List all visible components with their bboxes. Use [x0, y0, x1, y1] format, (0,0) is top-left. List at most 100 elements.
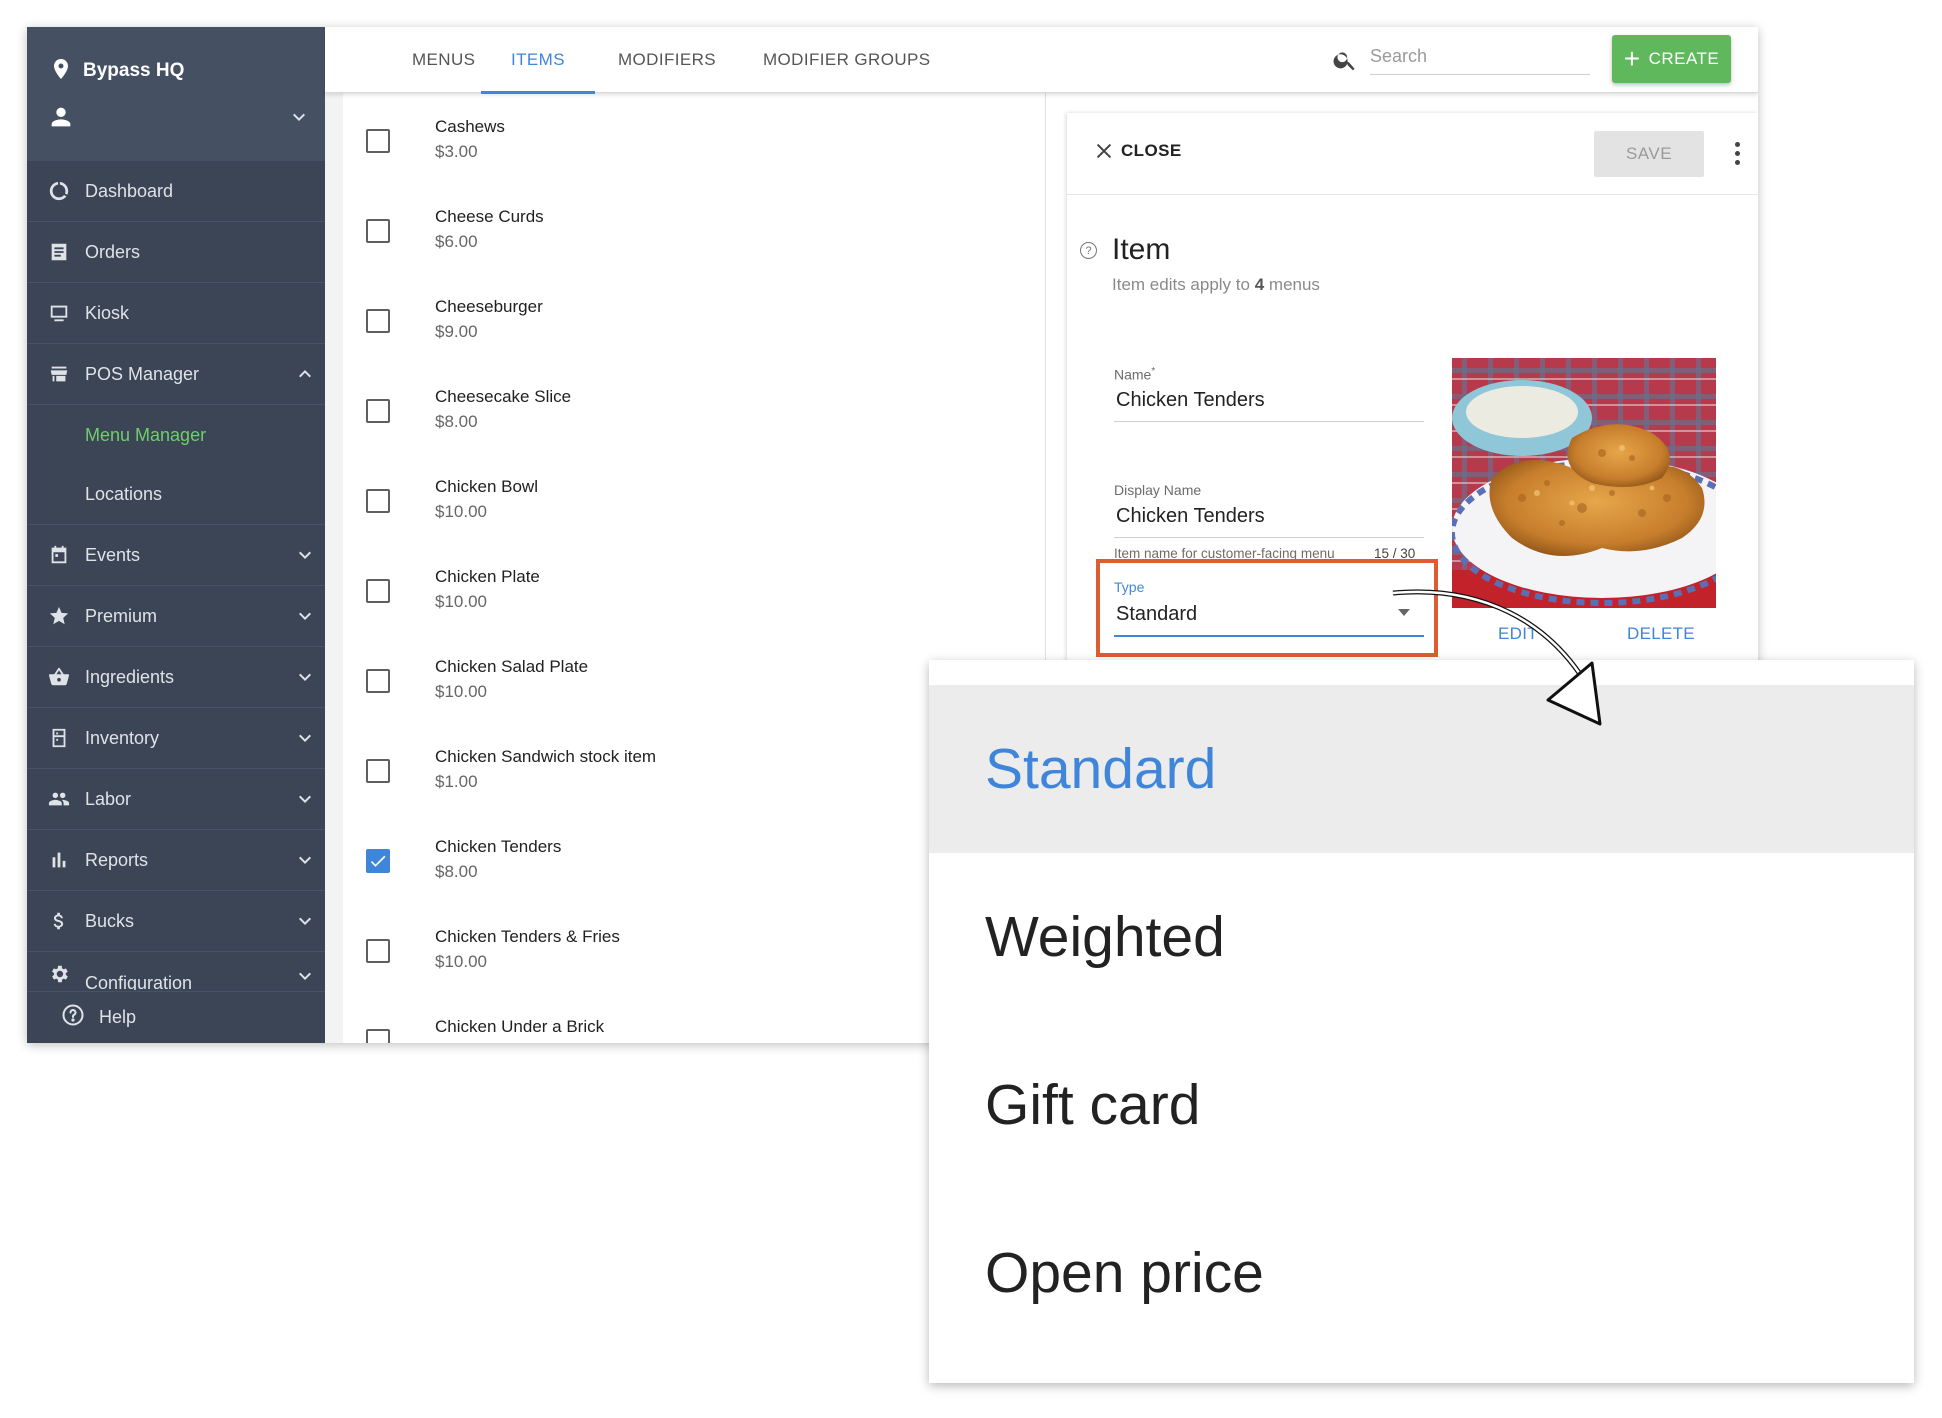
tab-label: MODIFIERS — [618, 50, 717, 69]
sidebar: Bypass HQ Dashboard Orders Kiosk POS Man… — [27, 27, 325, 1043]
type-option-open-price[interactable]: Open price — [929, 1189, 1914, 1357]
sidebar-item-label: Orders — [85, 241, 141, 262]
search-input[interactable] — [1370, 39, 1590, 75]
type-option-standard[interactable]: Standard — [929, 685, 1914, 853]
chevron-down-icon — [293, 543, 317, 567]
help-icon[interactable]: ? — [1080, 242, 1097, 259]
tab-menus[interactable]: MENUS — [412, 27, 475, 93]
list-item[interactable]: Cheese Curds $6.00 — [343, 183, 1045, 273]
more-vert-icon[interactable] — [1731, 139, 1743, 169]
item-name: Chicken Sandwich stock item — [435, 747, 657, 766]
item-checkbox[interactable] — [366, 309, 390, 333]
delete-photo-button[interactable]: DELETE — [1627, 624, 1695, 644]
item-checkbox[interactable] — [366, 1029, 390, 1043]
sidebar-item-orders[interactable]: Orders — [27, 222, 325, 283]
display-name-field[interactable]: Chicken Tenders — [1116, 505, 1265, 528]
menu-count: 4 — [1254, 275, 1265, 294]
display-name-label: Display Name — [1114, 482, 1202, 498]
tab-items[interactable]: ITEMS — [481, 27, 595, 94]
search-icon[interactable] — [1332, 47, 1358, 73]
item-name: Cheese Curds — [435, 207, 544, 226]
item-price: $8.00 — [435, 412, 478, 431]
chevron-down-icon — [293, 726, 317, 750]
sidebar-item-configuration[interactable]: Configuration — [27, 952, 325, 990]
item-checkbox[interactable] — [366, 489, 390, 513]
tab-modifiers[interactable]: MODIFIERS — [618, 27, 716, 93]
tab-label: MENUS — [412, 50, 476, 69]
panel-title: Item — [1112, 233, 1171, 266]
bar-chart-icon — [47, 848, 71, 872]
tab-label: MODIFIER GROUPS — [763, 50, 931, 69]
item-name: Cheeseburger — [435, 297, 543, 316]
sidebar-item-inventory[interactable]: Inventory — [27, 708, 325, 769]
sidebar-item-premium[interactable]: Premium — [27, 586, 325, 647]
edit-photo-button[interactable]: EDIT — [1498, 624, 1538, 644]
item-name: Chicken Salad Plate — [435, 657, 589, 676]
sidebar-item-ingredients[interactable]: Ingredients — [27, 647, 325, 708]
save-button[interactable]: SAVE — [1594, 131, 1704, 177]
gear-icon — [47, 962, 71, 986]
item-price: $10.00 — [435, 502, 487, 521]
sidebar-item-label: Kiosk — [85, 302, 130, 323]
list-gutter — [325, 93, 343, 1043]
item-price: $1.00 — [435, 772, 478, 791]
type-highlight-box — [1096, 559, 1438, 657]
check-icon — [370, 855, 386, 867]
item-checkbox[interactable] — [366, 129, 390, 153]
type-option-gift-card[interactable]: Gift card — [929, 1021, 1914, 1189]
sidebar-item-label: Premium — [85, 605, 158, 626]
item-price: $9.00 — [435, 322, 478, 341]
item-name: Cashews — [435, 117, 505, 136]
create-button[interactable]: + CREATE — [1612, 35, 1731, 83]
create-button-label: CREATE — [1648, 49, 1720, 68]
list-item[interactable]: Cheesecake Slice $8.00 — [343, 363, 1045, 453]
sidebar-item-label: Configuration — [85, 973, 193, 990]
sidebar-item-label: Dashboard — [85, 180, 174, 201]
tab-label: ITEMS — [511, 50, 565, 69]
sidebar-item-kiosk[interactable]: Kiosk — [27, 283, 325, 344]
item-checkbox[interactable] — [366, 939, 390, 963]
sidebar-item-bucks[interactable]: Bucks — [27, 891, 325, 952]
tab-modifier-groups[interactable]: MODIFIER GROUPS — [763, 27, 931, 93]
sidebar-item-dashboard[interactable]: Dashboard — [27, 161, 325, 222]
item-checkbox[interactable] — [366, 219, 390, 243]
sidebar-subitem-locations[interactable]: Locations — [27, 465, 325, 525]
sidebar-item-label: Events — [85, 544, 141, 565]
item-price: $8.00 — [435, 862, 478, 881]
item-name: Chicken Under a Brick — [435, 1017, 605, 1036]
help-link[interactable]: Help — [27, 991, 325, 1043]
item-checkbox[interactable] — [366, 669, 390, 693]
location-selector[interactable]: Bypass HQ — [27, 47, 325, 95]
list-item[interactable]: Chicken Bowl $10.00 — [343, 453, 1045, 543]
chevron-down-icon — [293, 848, 317, 872]
sidebar-item-reports[interactable]: Reports — [27, 830, 325, 891]
close-button[interactable]: CLOSE — [1093, 140, 1182, 162]
kiosk-icon — [47, 301, 71, 325]
sidebar-subitem-menu-manager[interactable]: Menu Manager — [27, 405, 325, 465]
list-item[interactable]: Cheeseburger $9.00 — [343, 273, 1045, 363]
item-checkbox[interactable] — [366, 399, 390, 423]
item-price: $10.00 — [435, 952, 487, 971]
chevron-down-icon — [293, 665, 317, 689]
user-menu[interactable] — [27, 95, 325, 143]
chevron-down-icon — [293, 604, 317, 628]
store-icon — [47, 362, 71, 386]
sidebar-item-events[interactable]: Events — [27, 525, 325, 586]
sidebar-item-labor[interactable]: Labor — [27, 769, 325, 830]
list-item[interactable]: Chicken Plate $10.00 — [343, 543, 1045, 633]
item-price: $3.00 — [435, 142, 478, 161]
list-item[interactable]: Cashews $3.00 — [343, 93, 1045, 183]
sidebar-item-pos-manager[interactable]: POS Manager — [27, 344, 325, 405]
item-checkbox[interactable] — [366, 759, 390, 783]
type-dropdown-menu: Standard Weighted Gift card Open price — [929, 660, 1914, 1383]
name-field[interactable]: Chicken Tenders — [1116, 389, 1265, 412]
item-photo — [1452, 358, 1716, 608]
display-name-underline — [1114, 537, 1424, 538]
item-checkbox[interactable] — [366, 579, 390, 603]
sidebar-item-label: POS Manager — [85, 363, 200, 384]
item-checkbox[interactable] — [366, 849, 390, 873]
type-option-weighted[interactable]: Weighted — [929, 853, 1914, 1021]
subtitle-prefix: Item edits apply to — [1112, 275, 1250, 294]
name-field-underline — [1114, 421, 1424, 422]
item-price: $10.00 — [435, 592, 487, 611]
